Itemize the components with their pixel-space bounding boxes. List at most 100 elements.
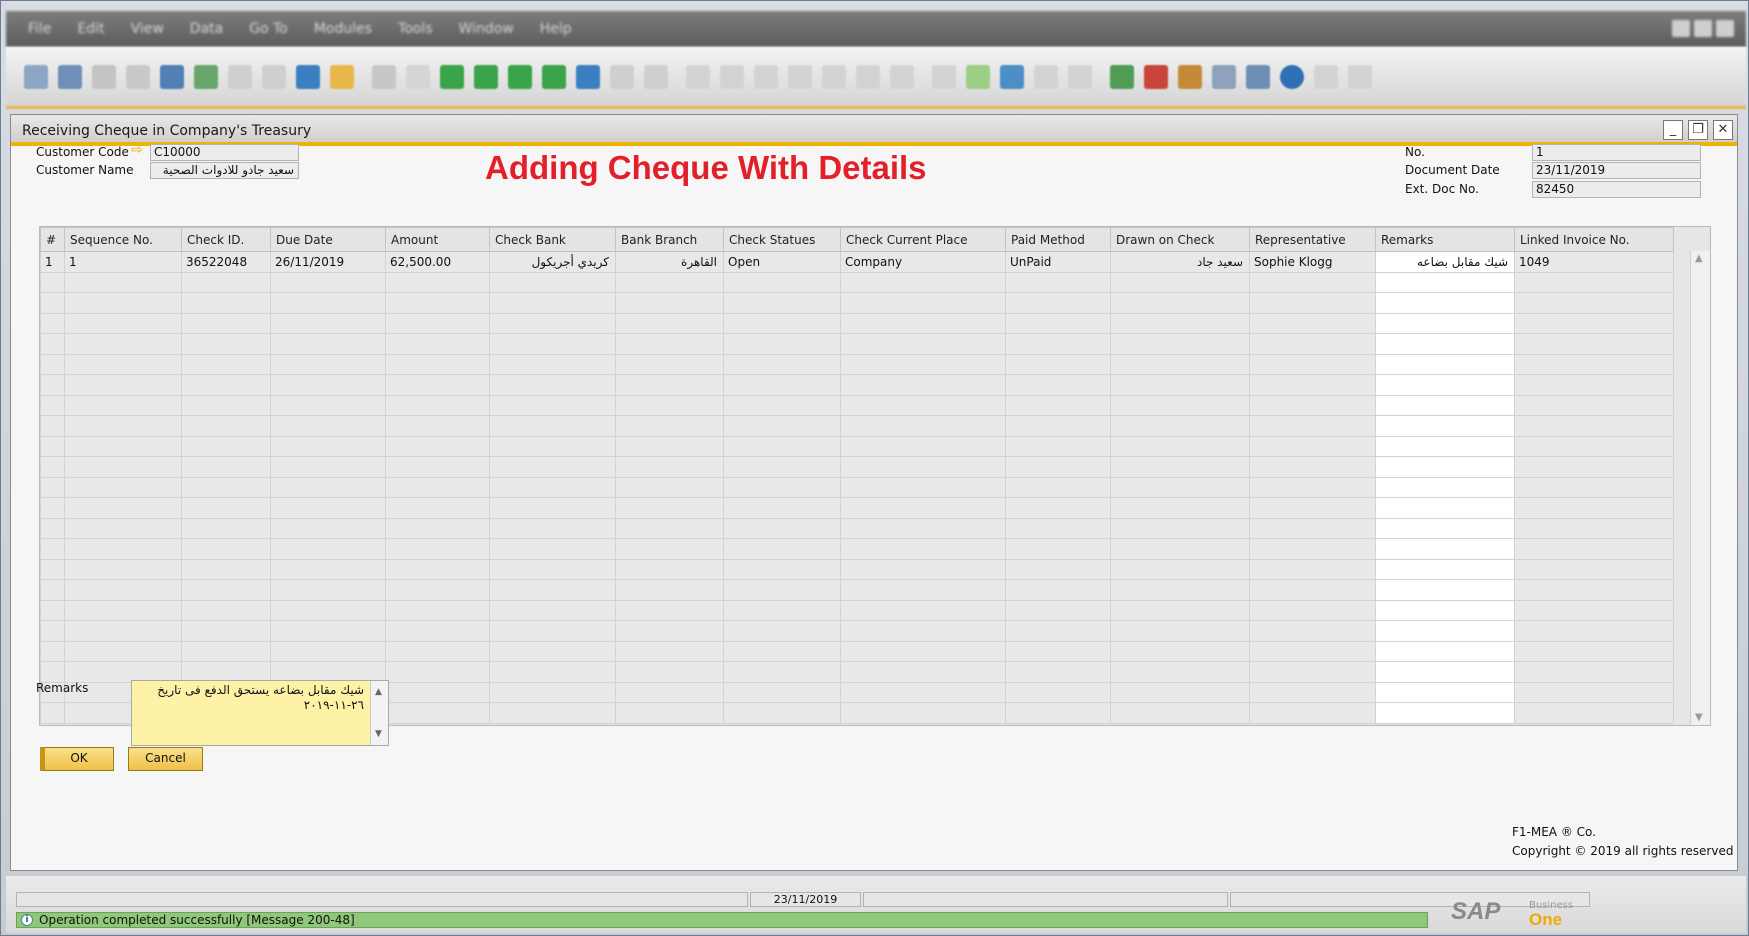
table-cell[interactable] <box>1005 558 1111 580</box>
table-cell[interactable] <box>40 415 65 437</box>
menu-data[interactable]: Data <box>190 21 223 37</box>
amount-cell[interactable]: 62,500.00 <box>385 251 490 273</box>
table-cell[interactable] <box>385 394 490 416</box>
table-cell[interactable] <box>181 558 271 580</box>
table-cell[interactable] <box>723 333 841 355</box>
scroll-down-icon[interactable]: ▼ <box>1695 712 1703 723</box>
table-cell[interactable] <box>1110 271 1250 293</box>
table-cell[interactable] <box>40 517 65 539</box>
table-cell[interactable] <box>270 333 386 355</box>
paid-method-cell[interactable]: UnPaid <box>1005 251 1111 273</box>
table-cell[interactable] <box>615 558 724 580</box>
table-cell[interactable] <box>723 312 841 334</box>
table-cell[interactable] <box>385 353 490 375</box>
table-cell[interactable] <box>615 374 724 396</box>
table-cell[interactable] <box>1249 271 1376 293</box>
table-cell[interactable] <box>385 620 490 642</box>
table-cell[interactable] <box>1005 640 1111 662</box>
payment-icon[interactable] <box>822 64 846 89</box>
table-cell[interactable] <box>40 620 65 642</box>
linked-invoice-cell[interactable]: 1049 <box>1514 251 1674 273</box>
export-icon[interactable] <box>126 64 150 89</box>
table-cell[interactable] <box>723 497 841 519</box>
table-cell[interactable] <box>40 394 65 416</box>
col-header[interactable]: Bank Branch <box>615 227 724 252</box>
table-cell[interactable] <box>1375 292 1515 314</box>
table-cell[interactable] <box>1249 312 1376 334</box>
message-icon[interactable] <box>1034 64 1058 89</box>
table-cell[interactable] <box>1005 497 1111 519</box>
table-cell[interactable] <box>270 435 386 457</box>
table-cell[interactable] <box>723 394 841 416</box>
table-cell[interactable] <box>840 456 1006 478</box>
table-cell[interactable] <box>181 456 271 478</box>
table-cell[interactable] <box>615 702 724 724</box>
table-cell[interactable] <box>615 620 724 642</box>
table-cell[interactable] <box>723 661 841 683</box>
table-cell[interactable] <box>385 681 490 703</box>
table-cell[interactable] <box>489 599 616 621</box>
table-cell[interactable] <box>385 292 490 314</box>
table-cell[interactable] <box>723 353 841 375</box>
table-cell[interactable] <box>1375 333 1515 355</box>
table-cell[interactable] <box>1375 538 1515 560</box>
drawn-on-cell[interactable]: سعيد جاد <box>1110 251 1250 273</box>
target-document-icon[interactable] <box>720 64 744 89</box>
table-cell[interactable] <box>1005 538 1111 560</box>
table-cell[interactable] <box>181 374 271 396</box>
table-cell[interactable] <box>1110 394 1250 416</box>
table-cell[interactable] <box>64 558 182 580</box>
table-cell[interactable] <box>489 271 616 293</box>
table-cell[interactable] <box>1005 681 1111 703</box>
table-cell[interactable] <box>1514 599 1674 621</box>
table-cell[interactable] <box>1514 661 1674 683</box>
table-cell[interactable] <box>840 333 1006 355</box>
table-cell[interactable] <box>270 476 386 498</box>
journal-icon[interactable] <box>788 64 812 89</box>
table-cell[interactable] <box>385 538 490 560</box>
table-cell[interactable] <box>270 374 386 396</box>
table-row[interactable] <box>40 333 1674 355</box>
table-cell[interactable] <box>1375 271 1515 293</box>
table-cell[interactable] <box>181 476 271 498</box>
table-cell[interactable] <box>64 374 182 396</box>
table-cell[interactable] <box>64 333 182 355</box>
menu-view[interactable]: View <box>131 21 164 37</box>
print-icon[interactable] <box>58 64 82 89</box>
col-header[interactable]: Drawn on Check <box>1110 227 1250 252</box>
due-date-cell[interactable]: 26/11/2019 <box>270 251 386 273</box>
table-cell[interactable] <box>64 415 182 437</box>
table-cell[interactable] <box>615 415 724 437</box>
table-cell[interactable] <box>840 702 1006 724</box>
table-cell[interactable] <box>64 661 182 683</box>
table-cell[interactable] <box>270 661 386 683</box>
table-cell[interactable] <box>1110 415 1250 437</box>
table-cell[interactable] <box>723 415 841 437</box>
table-cell[interactable] <box>489 476 616 498</box>
pointer-icon[interactable] <box>24 64 48 89</box>
table-cell[interactable] <box>270 415 386 437</box>
table-cell[interactable] <box>1249 374 1376 396</box>
table-row[interactable] <box>40 661 1674 683</box>
table-cell[interactable] <box>1375 558 1515 580</box>
table-cell[interactable] <box>1110 374 1250 396</box>
window-tile-icon[interactable] <box>1314 64 1338 89</box>
table-cell[interactable] <box>40 497 65 519</box>
table-cell[interactable] <box>181 538 271 560</box>
table-cell[interactable] <box>723 292 841 314</box>
app-restore-button[interactable] <box>1694 20 1712 37</box>
table-cell[interactable] <box>40 312 65 334</box>
last-record-icon[interactable] <box>542 64 566 89</box>
ok-button[interactable]: OK <box>40 747 114 771</box>
table-cell[interactable] <box>1005 579 1111 601</box>
table-cell[interactable] <box>385 558 490 580</box>
table-cell[interactable] <box>1514 702 1674 724</box>
table-cell[interactable] <box>1249 476 1376 498</box>
table-cell[interactable] <box>840 476 1006 498</box>
table-cell[interactable] <box>40 702 65 724</box>
table-cell[interactable] <box>1375 497 1515 519</box>
table-cell[interactable] <box>840 271 1006 293</box>
table-cell[interactable] <box>1514 312 1674 334</box>
table-cell[interactable] <box>64 538 182 560</box>
table-cell[interactable] <box>615 271 724 293</box>
